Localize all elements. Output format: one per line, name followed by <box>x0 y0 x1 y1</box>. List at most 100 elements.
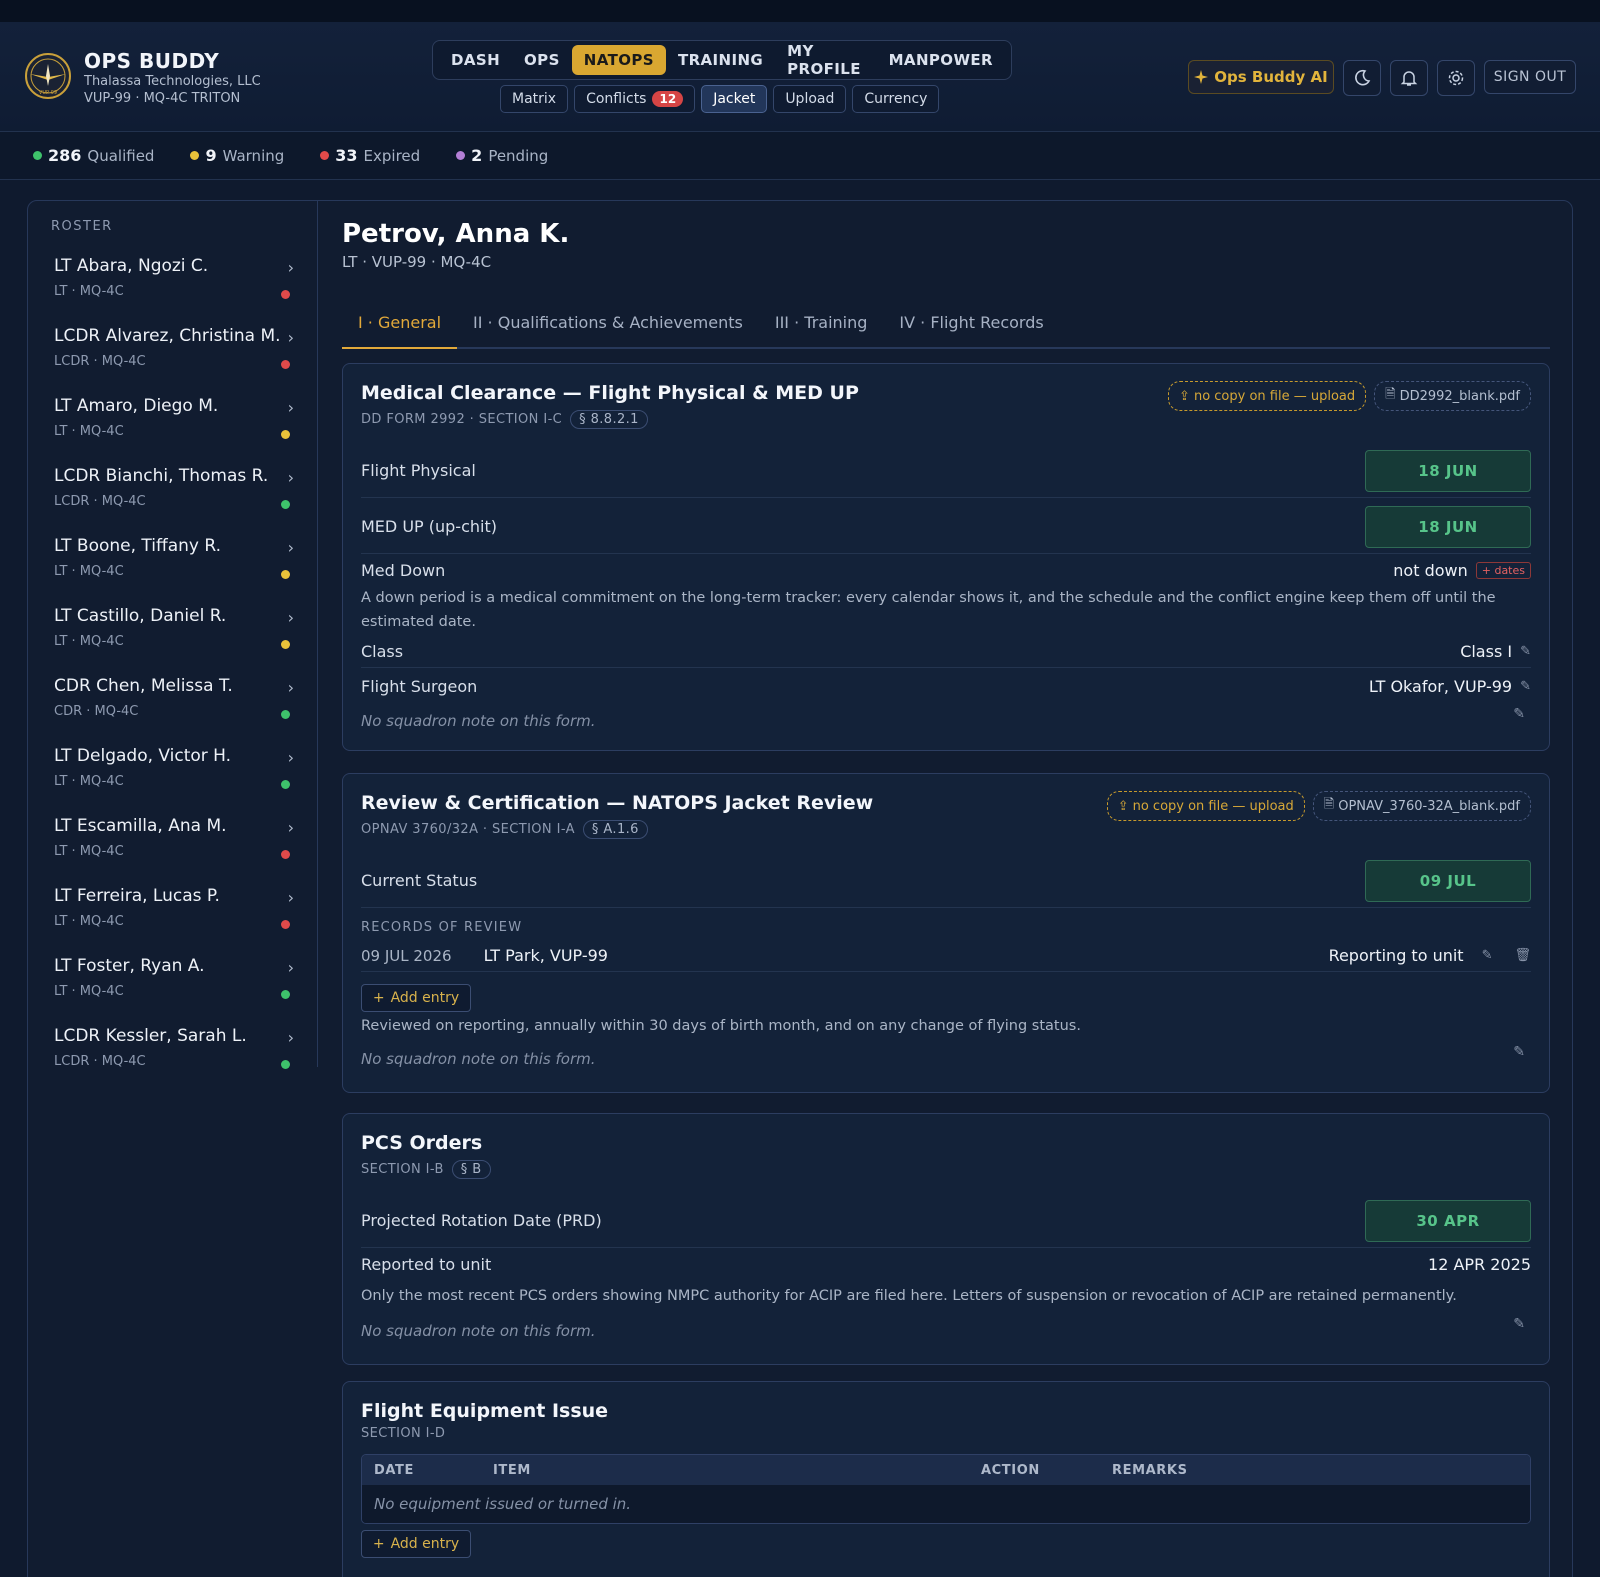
pcs-description: Only the most recent PCS orders showing … <box>361 1288 1457 1304</box>
chevron-right-icon: › <box>287 468 294 487</box>
warning-label: Warning <box>222 146 285 165</box>
settings-button[interactable] <box>1437 60 1475 96</box>
date-pill[interactable]: 30 APR <box>1365 1199 1531 1242</box>
bell-icon <box>1400 71 1418 86</box>
subnav-upload[interactable]: Upload <box>773 85 847 113</box>
subnav-matrix[interactable]: Matrix <box>500 85 569 113</box>
jacket-content: Petrov, Anna K. LT · VUP-99 · MQ-4C I · … <box>342 219 1552 1577</box>
nav-training[interactable]: TRAINING <box>666 45 775 75</box>
jacket-tabs: I · General II · Qualifications & Achiev… <box>342 299 1550 349</box>
roster-item[interactable]: CDR Chen, Melissa T. CDR · MQ-4C › <box>54 676 294 736</box>
subnav-conflicts[interactable]: Conflicts 12 <box>574 85 696 113</box>
company-name: Thalassa Technologies, LLC <box>84 74 261 89</box>
nav-dash[interactable]: DASH <box>439 45 512 75</box>
sign-out-button[interactable]: SIGN OUT <box>1484 60 1576 94</box>
roster-item[interactable]: LT Boone, Tiffany R. LT · MQ-4C › <box>54 536 294 596</box>
add-dates-button[interactable]: + dates <box>1475 561 1531 579</box>
roster-item[interactable]: LT Delgado, Victor H. LT · MQ-4C › <box>54 746 294 806</box>
date-pill[interactable]: 09 JUL <box>1365 859 1531 902</box>
blank-form-chip[interactable]: 🗎 DD2992_blank.pdf <box>1374 381 1531 411</box>
roster-item[interactable]: LCDR Kessler, Sarah L. LCDR · MQ-4C › <box>54 1026 294 1086</box>
subnav-currency-label: Currency <box>864 91 928 107</box>
form-ref: OPNAV 3760/32A · SECTION I-A <box>361 822 575 837</box>
nav-manpower[interactable]: MANPOWER <box>877 45 1005 75</box>
file-icon: 🗎 <box>1323 797 1335 812</box>
nav-natops[interactable]: NATOPS <box>571 45 666 75</box>
form-ref: SECTION I-B <box>361 1162 444 1177</box>
expired-label: Expired <box>363 146 421 165</box>
prd-row: Projected Rotation Date (PRD) 30 APR <box>361 1194 1531 1248</box>
tab-qualifications[interactable]: II · Qualifications & Achievements <box>457 299 759 347</box>
record-reason: Reporting to unit <box>1328 946 1464 965</box>
roster-name: LT Escamilla, Ana M. <box>54 816 227 836</box>
card-title: Review & Certification — NATOPS Jacket R… <box>361 792 874 814</box>
tab-general[interactable]: I · General <box>342 299 458 349</box>
plus-icon: + <box>372 1536 385 1552</box>
pencil-icon[interactable]: ✎ <box>1513 1316 1525 1332</box>
person-rank-unit: LT · VUP-99 · MQ-4C <box>342 253 492 271</box>
tab-training[interactable]: III · Training <box>759 299 884 347</box>
squadron-note: No squadron note on this form. <box>361 1050 596 1068</box>
flight-surgeon-row: Flight Surgeon LT Okafor, VUP-99 ✎ <box>361 669 1531 703</box>
blank-form-chip[interactable]: 🗎 OPNAV_3760-32A_blank.pdf <box>1312 791 1531 821</box>
chevron-right-icon: › <box>287 958 294 977</box>
pencil-icon[interactable]: ✎ <box>1520 644 1531 659</box>
upload-chip[interactable]: ⇪ no copy on file — upload <box>1168 381 1367 411</box>
roster-rank: LT · MQ-4C <box>54 844 124 859</box>
pencil-icon[interactable]: ✎ <box>1520 679 1531 694</box>
roster-item[interactable]: LT Abara, Ngozi C. LT · MQ-4C › <box>54 256 294 316</box>
theme-toggle-button[interactable] <box>1343 60 1381 96</box>
row-label: Reported to unit <box>361 1254 492 1274</box>
record-reviewer: LT Park, VUP-99 <box>483 946 608 965</box>
upload-chip[interactable]: ⇪ no copy on file — upload <box>1106 791 1305 821</box>
class-value: Class I <box>1460 642 1513 661</box>
sub-nav: Matrix Conflicts 12 Jacket Upload Currenc… <box>500 85 940 113</box>
file-icon: 🗎 <box>1385 387 1396 402</box>
warning-count: 9 <box>205 146 217 165</box>
pencil-icon[interactable]: ✎ <box>1513 706 1525 722</box>
tab-flight-records[interactable]: IV · Flight Records <box>883 299 1059 347</box>
notifications-button[interactable] <box>1390 60 1428 96</box>
status-dot <box>281 360 290 369</box>
add-equipment-entry-button[interactable]: + Add entry <box>361 1530 471 1558</box>
chevron-right-icon: › <box>287 818 294 837</box>
trash-icon[interactable]: 🗑 <box>1514 948 1531 963</box>
card-form-ref: OPNAV 3760/32A · SECTION I-A § A.1.6 <box>361 820 648 839</box>
roster-name: LT Abara, Ngozi C. <box>54 256 209 276</box>
jacket-panel: ROSTER LT Abara, Ngozi C. LT · MQ-4C › LCDR… <box>27 200 1573 1577</box>
nav-my-profile[interactable]: MY PROFILE <box>775 36 876 84</box>
med-down-description: A down period is a medical commitment on… <box>361 590 1496 630</box>
roster-item[interactable]: LCDR Bianchi, Thomas R. LCDR · MQ-4C › <box>54 466 294 526</box>
section-chip: § B <box>451 1160 491 1179</box>
chevron-right-icon: › <box>287 748 294 767</box>
add-review-entry-button[interactable]: + Add entry <box>361 984 471 1012</box>
roster-item[interactable]: LT Castillo, Daniel R. LT · MQ-4C › <box>54 606 294 666</box>
roster-item[interactable]: LT Escamilla, Ana M. LT · MQ-4C › <box>54 816 294 876</box>
roster-item[interactable]: LCDR Alvarez, Christina M. LCDR · MQ-4C › <box>54 326 294 386</box>
upload-chip-label: no copy on file — upload <box>1132 798 1294 814</box>
roster-item[interactable]: LT Foster, Ryan A. LT · MQ-4C › <box>54 956 294 1016</box>
card-title: Medical Clearance — Flight Physical & ME… <box>361 382 859 404</box>
subnav-currency[interactable]: Currency <box>852 85 940 113</box>
pencil-icon[interactable]: ✎ <box>1482 948 1493 963</box>
subnav-jacket[interactable]: Jacket <box>701 85 768 113</box>
current-status-row: Current Status 09 JUL <box>361 854 1531 908</box>
table-header: DATE ITEM ACTION REMARKS <box>362 1455 1530 1485</box>
med-up-row: MED UP (up-chit) 18 JUN <box>361 500 1531 554</box>
pencil-icon[interactable]: ✎ <box>1513 1044 1525 1060</box>
red-status-dot <box>320 151 330 160</box>
upload-icon: ⇪ <box>1117 798 1129 814</box>
equipment-table: DATE ITEM ACTION REMARKS No equipment is… <box>361 1454 1531 1524</box>
records-heading: RECORDS OF REVIEW <box>361 920 523 935</box>
date-pill[interactable]: 18 JUN <box>1365 449 1531 492</box>
roster-item[interactable]: LT Ferreira, Lucas P. LT · MQ-4C › <box>54 886 294 946</box>
nav-ops[interactable]: OPS <box>512 45 572 75</box>
window-top-strip <box>0 0 1600 22</box>
squadron-note: No squadron note on this form. <box>361 1322 596 1340</box>
gear-icon <box>1448 70 1464 86</box>
jacket-review-card: Review & Certification — NATOPS Jacket R… <box>342 773 1550 1093</box>
roster-item[interactable]: LT Amaro, Diego M. LT · MQ-4C › <box>54 396 294 456</box>
row-label: Flight Physical <box>361 461 476 480</box>
date-pill[interactable]: 18 JUN <box>1365 505 1531 548</box>
ops-buddy-ai-button[interactable]: Ops Buddy AI <box>1188 60 1334 94</box>
